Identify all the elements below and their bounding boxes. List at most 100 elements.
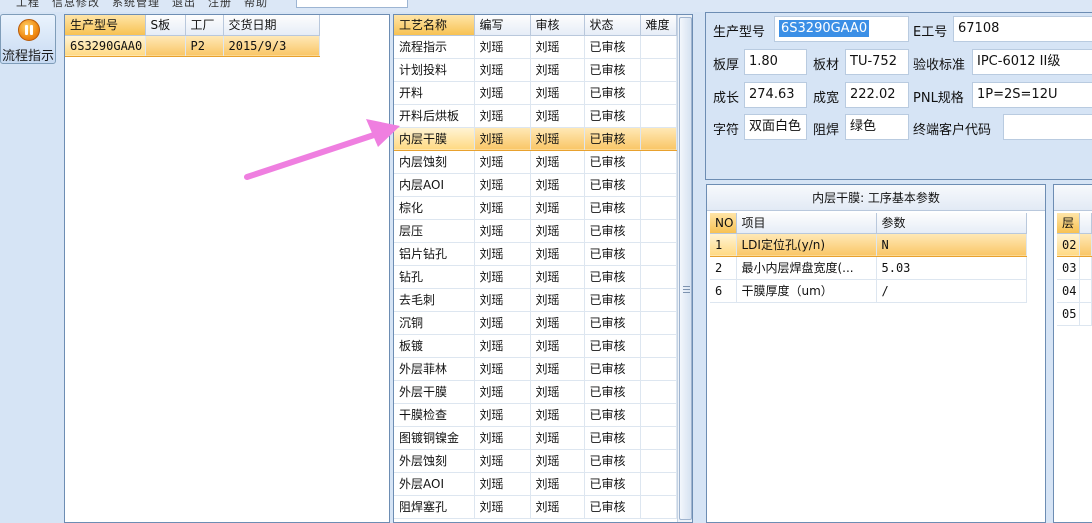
process-cell-writer[interactable]: 刘瑶 bbox=[474, 426, 531, 450]
process-cell-name[interactable]: 内层AOI bbox=[394, 173, 475, 197]
process-cell-reviewer[interactable]: 刘瑶 bbox=[530, 126, 585, 151]
table-row[interactable]: 内层AOI 刘瑶 刘瑶 已审核 bbox=[394, 173, 677, 197]
process-cell-status[interactable]: 已审核 bbox=[584, 104, 641, 128]
process-cell-status[interactable]: 已审核 bbox=[584, 495, 641, 519]
table-row[interactable]: 04 bbox=[1057, 279, 1092, 303]
process-cell-reviewer[interactable]: 刘瑶 bbox=[530, 311, 585, 335]
table-row[interactable]: 内层蚀刻 刘瑶 刘瑶 已审核 bbox=[394, 150, 677, 174]
process-cell-difficulty[interactable] bbox=[640, 150, 677, 174]
eng-no-field[interactable]: 67108 bbox=[953, 16, 1092, 42]
process-cell-reviewer[interactable]: 刘瑶 bbox=[530, 173, 585, 197]
process-cell-name[interactable]: 阻焊塞孔 bbox=[394, 495, 475, 519]
process-cell-name[interactable]: 层压 bbox=[394, 219, 475, 243]
process-cell-writer[interactable]: 刘瑶 bbox=[474, 334, 531, 358]
table-row[interactable]: 图镀铜镍金 刘瑶 刘瑶 已审核 bbox=[394, 426, 677, 450]
table-row[interactable]: 钻孔 刘瑶 刘瑶 已审核 bbox=[394, 265, 677, 289]
product-column-header[interactable]: 生产型号 bbox=[65, 15, 146, 36]
customer-field[interactable] bbox=[1003, 114, 1092, 140]
process-cell-reviewer[interactable]: 刘瑶 bbox=[530, 104, 585, 128]
process-cell-writer[interactable]: 刘瑶 bbox=[474, 196, 531, 220]
process-cell-writer[interactable]: 刘瑶 bbox=[474, 173, 531, 197]
table-row[interactable]: 流程指示 刘瑶 刘瑶 已审核 bbox=[394, 35, 677, 59]
process-cell-reviewer[interactable]: 刘瑶 bbox=[530, 403, 585, 427]
process-cell-writer[interactable]: 刘瑶 bbox=[474, 449, 531, 473]
process-cell-name[interactable]: 去毛刺 bbox=[394, 288, 475, 312]
params-cell-item[interactable]: LDI定位孔(y/n) bbox=[736, 232, 877, 257]
table-row[interactable]: 层压 刘瑶 刘瑶 已审核 bbox=[394, 219, 677, 243]
process-cell-reviewer[interactable]: 刘瑶 bbox=[530, 196, 585, 220]
process-cell-difficulty[interactable] bbox=[640, 81, 677, 105]
process-cell-writer[interactable]: 刘瑶 bbox=[474, 380, 531, 404]
process-cell-reviewer[interactable]: 刘瑶 bbox=[530, 81, 585, 105]
process-cell-writer[interactable]: 刘瑶 bbox=[474, 357, 531, 381]
process-cell-reviewer[interactable]: 刘瑶 bbox=[530, 426, 585, 450]
process-cell-writer[interactable]: 刘瑶 bbox=[474, 495, 531, 519]
process-cell-status[interactable]: 已审核 bbox=[584, 58, 641, 82]
menu-items[interactable]: 工程 信息修改 系统管理 退出 注册 帮助 bbox=[16, 0, 268, 10]
process-column-header[interactable]: 难度 bbox=[640, 15, 677, 36]
process-cell-status[interactable]: 已审核 bbox=[584, 357, 641, 381]
process-column-header[interactable]: 工艺名称 bbox=[394, 15, 475, 36]
process-cell-writer[interactable]: 刘瑶 bbox=[474, 219, 531, 243]
process-cell-name[interactable]: 外层菲林 bbox=[394, 357, 475, 381]
params-column-header[interactable]: 参数 bbox=[876, 213, 1027, 234]
process-cell-name[interactable]: 干膜检查 bbox=[394, 403, 475, 427]
table-row[interactable]: 1 LDI定位孔(y/n) N bbox=[710, 232, 1027, 257]
process-cell-status[interactable]: 已审核 bbox=[584, 449, 641, 473]
process-cell-name[interactable]: 开料后烘板 bbox=[394, 104, 475, 128]
process-cell-status[interactable]: 已审核 bbox=[584, 380, 641, 404]
params-cell-no[interactable]: 2 bbox=[710, 256, 737, 280]
table-row[interactable]: 计划投料 刘瑶 刘瑶 已审核 bbox=[394, 58, 677, 82]
process-cell-difficulty[interactable] bbox=[640, 219, 677, 243]
product-column-header[interactable]: S板 bbox=[145, 15, 186, 36]
product-cell-s[interactable] bbox=[145, 34, 186, 57]
process-cell-writer[interactable]: 刘瑶 bbox=[474, 472, 531, 496]
thickness-field[interactable]: 1.80 bbox=[744, 49, 807, 75]
process-cell-reviewer[interactable]: 刘瑶 bbox=[530, 265, 585, 289]
mask-field[interactable]: 绿色 bbox=[845, 114, 909, 140]
standard-field[interactable]: IPC-6012 II级 bbox=[972, 49, 1092, 75]
table-row[interactable]: 内层干膜 刘瑶 刘瑶 已审核 bbox=[394, 126, 677, 151]
params-cell-value[interactable]: N bbox=[876, 232, 1027, 257]
process-column-header[interactable]: 审核 bbox=[530, 15, 585, 36]
process-cell-reviewer[interactable]: 刘瑶 bbox=[530, 288, 585, 312]
process-cell-name[interactable]: 外层AOI bbox=[394, 472, 475, 496]
layer-cell[interactable]: 02 bbox=[1057, 232, 1081, 257]
table-row[interactable]: 开料后烘板 刘瑶 刘瑶 已审核 bbox=[394, 104, 677, 128]
process-cell-writer[interactable]: 刘瑶 bbox=[474, 288, 531, 312]
process-cell-status[interactable]: 已审核 bbox=[584, 334, 641, 358]
process-cell-difficulty[interactable] bbox=[640, 334, 677, 358]
process-cell-status[interactable]: 已审核 bbox=[584, 242, 641, 266]
table-row[interactable]: 棕化 刘瑶 刘瑶 已审核 bbox=[394, 196, 677, 220]
width-field[interactable]: 222.02 bbox=[845, 82, 909, 108]
product-cell-model[interactable]: 6S3290GAA0 bbox=[65, 34, 146, 57]
layer-cell-extra[interactable] bbox=[1079, 256, 1092, 280]
params-cell-value[interactable]: 5.03 bbox=[876, 256, 1027, 280]
process-cell-writer[interactable]: 刘瑶 bbox=[474, 104, 531, 128]
layer-cell[interactable]: 05 bbox=[1057, 302, 1081, 326]
process-cell-status[interactable]: 已审核 bbox=[584, 196, 641, 220]
table-row[interactable]: 板镀 刘瑶 刘瑶 已审核 bbox=[394, 334, 677, 358]
table-row[interactable]: 02 bbox=[1057, 232, 1092, 257]
process-cell-reviewer[interactable]: 刘瑶 bbox=[530, 150, 585, 174]
process-cell-difficulty[interactable] bbox=[640, 104, 677, 128]
process-cell-name[interactable]: 内层干膜 bbox=[394, 126, 475, 151]
params-column-header[interactable]: 项目 bbox=[736, 213, 877, 234]
process-cell-reviewer[interactable]: 刘瑶 bbox=[530, 58, 585, 82]
process-cell-difficulty[interactable] bbox=[640, 58, 677, 82]
process-cell-status[interactable]: 已审核 bbox=[584, 173, 641, 197]
layer-cell-extra[interactable] bbox=[1079, 302, 1092, 326]
process-cell-name[interactable]: 外层干膜 bbox=[394, 380, 475, 404]
process-cell-difficulty[interactable] bbox=[640, 403, 677, 427]
table-row[interactable]: 阻焊塞孔 刘瑶 刘瑶 已审核 bbox=[394, 495, 677, 519]
process-cell-difficulty[interactable] bbox=[640, 357, 677, 381]
params-column-header[interactable]: NO bbox=[710, 213, 737, 234]
process-cell-name[interactable]: 沉铜 bbox=[394, 311, 475, 335]
process-cell-status[interactable]: 已审核 bbox=[584, 150, 641, 174]
process-cell-difficulty[interactable] bbox=[640, 311, 677, 335]
length-field[interactable]: 274.63 bbox=[744, 82, 807, 108]
process-cell-reviewer[interactable]: 刘瑶 bbox=[530, 334, 585, 358]
table-row[interactable]: 外层AOI 刘瑶 刘瑶 已审核 bbox=[394, 472, 677, 496]
process-cell-name[interactable]: 图镀铜镍金 bbox=[394, 426, 475, 450]
process-cell-writer[interactable]: 刘瑶 bbox=[474, 403, 531, 427]
